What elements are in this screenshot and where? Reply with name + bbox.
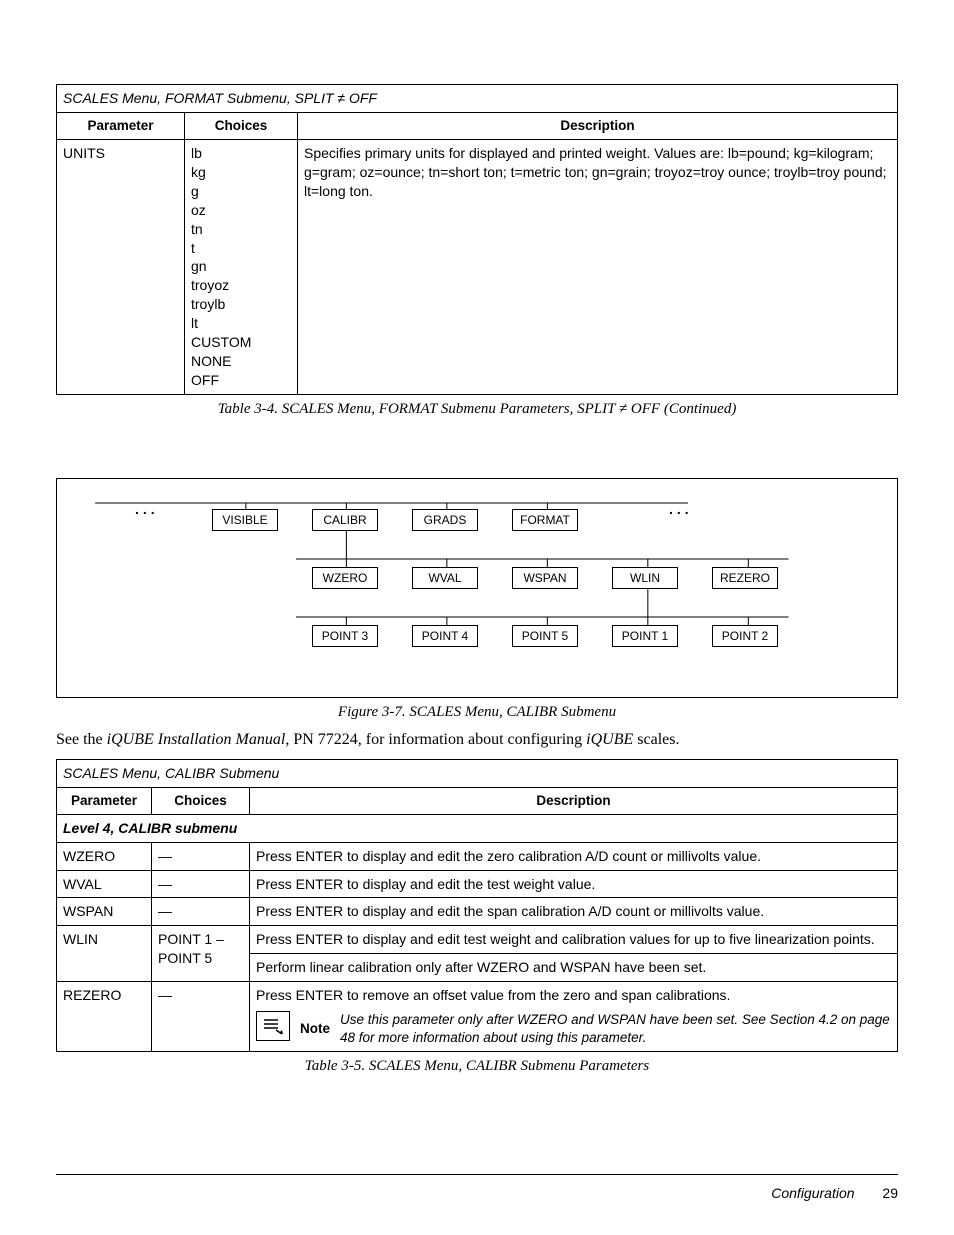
node-point4: POINT 4 (412, 625, 478, 647)
t2-rezero-choices: — (152, 982, 250, 1052)
t2-rezero-param: REZERO (57, 982, 152, 1052)
t2-rezero-desc: Press ENTER to remove an offset value fr… (256, 986, 891, 1005)
t1-choices: lb kg g oz tn t gn troyoz troylb lt CUST… (185, 140, 298, 395)
ellipsis-left-icon: ... (135, 501, 159, 517)
t2-wzero-choices: — (152, 842, 250, 870)
footer-section: Configuration (771, 1185, 854, 1201)
table-3-5: SCALES Menu, CALIBR Submenu Parameter Ch… (56, 759, 898, 1053)
note-icon (256, 1011, 290, 1041)
figure-3-7: ... ... VISIBLE CALIBR GRADS FORMAT WZER… (56, 478, 898, 698)
node-format: FORMAT (512, 509, 578, 531)
page-footer: Configuration 29 (771, 1185, 898, 1201)
footer-page: 29 (882, 1185, 898, 1201)
node-rezero: REZERO (712, 567, 778, 589)
note-label: Note (300, 1020, 330, 1038)
t2-wval-choices: — (152, 870, 250, 898)
t2-wlin-desc1: Press ENTER to display and edit test wei… (250, 926, 898, 954)
table-3-4-caption: Table 3-4. SCALES Menu, FORMAT Submenu P… (56, 401, 898, 418)
t1-param: UNITS (57, 140, 185, 395)
t2-header-parameter: Parameter (57, 787, 152, 814)
para-em2: iQUBE (586, 731, 633, 748)
node-visible: VISIBLE (212, 509, 278, 531)
node-point1: POINT 1 (612, 625, 678, 647)
t2-wspan-choices: — (152, 898, 250, 926)
note-text: Use this parameter only after WZERO and … (340, 1011, 891, 1047)
iqube-paragraph: See the iQUBE Installation Manual, PN 77… (56, 731, 898, 749)
t2-wval-param: WVAL (57, 870, 152, 898)
para-pre: See the (56, 731, 107, 748)
node-point5: POINT 5 (512, 625, 578, 647)
t2-wzero-desc: Press ENTER to display and edit the zero… (250, 842, 898, 870)
t2-section: Level 4, CALIBR submenu (57, 814, 898, 842)
table-3-4: SCALES Menu, FORMAT Submenu, SPLIT ≠ OFF… (56, 84, 898, 395)
table-3-5-title: SCALES Menu, CALIBR Submenu (57, 759, 898, 787)
t1-header-parameter: Parameter (57, 112, 185, 139)
node-wlin: WLIN (612, 567, 678, 589)
footer-rule (56, 1174, 898, 1175)
t2-wspan-desc: Press ENTER to display and edit the span… (250, 898, 898, 926)
node-wspan: WSPAN (512, 567, 578, 589)
para-post: scales. (633, 731, 679, 748)
node-point3: POINT 3 (312, 625, 378, 647)
t2-wzero-param: WZERO (57, 842, 152, 870)
node-calibr: CALIBR (312, 509, 378, 531)
node-grads: GRADS (412, 509, 478, 531)
t1-header-choices: Choices (185, 112, 298, 139)
t2-wlin-choices: POINT 1 – POINT 5 (152, 926, 250, 982)
table-3-5-caption: Table 3-5. SCALES Menu, CALIBR Submenu P… (56, 1058, 898, 1075)
node-point2: POINT 2 (712, 625, 778, 647)
node-wzero: WZERO (312, 567, 378, 589)
node-wval: WVAL (412, 567, 478, 589)
t2-wval-desc: Press ENTER to display and edit the test… (250, 870, 898, 898)
t2-rezero-cell: Press ENTER to remove an offset value fr… (250, 982, 898, 1052)
t1-header-description: Description (298, 112, 898, 139)
t2-header-choices: Choices (152, 787, 250, 814)
para-em1: iQUBE Installation Manual (107, 731, 286, 748)
t2-wspan-param: WSPAN (57, 898, 152, 926)
t1-desc: Specifies primary units for displayed an… (298, 140, 898, 395)
figure-3-7-caption: Figure 3-7. SCALES Menu, CALIBR Submenu (56, 704, 898, 721)
para-mid: , PN 77224, for information about config… (285, 731, 586, 748)
ellipsis-right-icon: ... (669, 501, 693, 517)
table-3-4-title: SCALES Menu, FORMAT Submenu, SPLIT ≠ OFF (57, 85, 898, 113)
t2-wlin-desc2: Perform linear calibration only after WZ… (250, 954, 898, 982)
t2-header-description: Description (250, 787, 898, 814)
t2-wlin-param: WLIN (57, 926, 152, 982)
